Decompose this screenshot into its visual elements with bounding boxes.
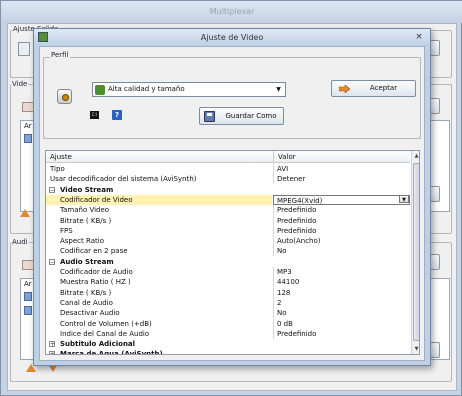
property-value[interactable]: Predefinido <box>273 328 410 339</box>
main-window-title: Multiplexar <box>209 7 255 16</box>
column-header-value[interactable]: Valor <box>274 151 410 163</box>
property-row[interactable]: Tamaño Video Predefinido <box>46 205 410 216</box>
category-row[interactable]: Audio Stream − <box>46 256 410 267</box>
property-name: Subtitulo Adicional <box>60 340 136 349</box>
property-value[interactable]: MPEG4(Xvid) <box>273 194 410 205</box>
property-row[interactable]: Usar decodificador del sistema (AviSynth… <box>46 174 410 185</box>
dialog-title: Ajuste de Video <box>200 33 264 42</box>
grid-rows: Tipo AVI Usar decodificador del sistema (A… <box>46 164 410 354</box>
property-row[interactable]: Codificador de Audio MP3 <box>46 267 410 277</box>
property-value[interactable]: 0 dB <box>273 318 410 329</box>
audio-file-icon <box>24 292 32 301</box>
property-value[interactable]: Predefinido <box>273 215 410 226</box>
collapse-icon[interactable]: − <box>49 258 55 265</box>
property-name: Bitrate ( KB/s ) <box>60 216 112 225</box>
dialog-body: Perfil Alta calidad y tamaño ▼ C:\ ? Ace… <box>39 46 425 361</box>
profile-group-label: Perfil <box>50 51 70 59</box>
property-value[interactable]: Auto(Ancho) <box>273 236 410 247</box>
property-value[interactable]: 128 <box>273 287 410 298</box>
property-value[interactable]: 2 <box>273 297 410 308</box>
category-row[interactable]: Marca de Agua (AviSynth) + <box>46 349 410 355</box>
property-row[interactable]: Codificar en 2 pase No <box>46 246 410 257</box>
dialog-title-bar[interactable]: Ajuste de Video × <box>34 29 430 46</box>
video-settings-dialog: Ajuste de Video × Perfil Alta calidad y … <box>33 28 431 366</box>
settings-grid[interactable]: Ajuste Valor Tipo AVI Usar decodificador d… <box>45 150 420 355</box>
collapse-icon[interactable]: − <box>49 186 55 193</box>
output-icon[interactable] <box>18 42 30 56</box>
property-row[interactable]: Bitrate ( KB/s ) 128 <box>46 287 410 298</box>
chevron-down-icon[interactable]: ▼ <box>274 84 283 95</box>
property-row[interactable]: Bitrate ( KB/s ) Predefinido <box>46 215 410 226</box>
accept-button[interactable]: Aceptar <box>331 80 416 97</box>
property-value[interactable]: MP3 <box>273 267 410 277</box>
accept-button-label: Aceptar <box>369 84 398 92</box>
help-icon[interactable]: ? <box>112 110 122 120</box>
property-name: Usar decodificador del sistema (AviSynth… <box>50 175 197 184</box>
property-value[interactable]: Predefinido <box>273 205 410 216</box>
property-value[interactable]: No <box>273 246 410 257</box>
property-name: Codificador de Video <box>46 194 272 205</box>
video-file-icon <box>24 134 32 143</box>
video-group-label: Vide <box>11 80 29 88</box>
arrow-right-icon <box>339 85 350 93</box>
move-up-icon[interactable] <box>20 209 30 217</box>
property-name: FPS <box>60 226 73 235</box>
property-name: Control de Volumen (+dB) <box>60 319 152 328</box>
grid-header: Ajuste Valor <box>46 151 410 163</box>
audio-file-icon-2 <box>24 306 32 315</box>
profile-quality-icon <box>95 85 105 95</box>
profile-group <box>43 57 421 139</box>
profile-dropdown-value: Alta calidad y tamaño <box>108 85 185 93</box>
main-title-bar[interactable]: Multiplexar <box>1 1 462 23</box>
audio-list-header: Ar <box>24 280 32 288</box>
property-name: Marca de Agua (AviSynth) <box>60 350 163 355</box>
category-row[interactable]: Video Stream − <box>46 184 410 195</box>
expand-icon[interactable]: + <box>49 351 55 354</box>
property-name: Bitrate ( KB/s ) <box>60 288 112 297</box>
property-value[interactable]: Predefinido <box>273 225 410 236</box>
property-name: Desactivar Audio <box>60 309 120 318</box>
property-name: Codificador de Audio <box>60 268 133 276</box>
scroll-up-icon[interactable]: ▲ <box>412 151 419 161</box>
command-line-icon[interactable]: C:\ <box>90 111 99 119</box>
save-as-button-label: Guardar Como <box>225 112 277 120</box>
property-row[interactable]: Tipo AVI <box>46 164 410 174</box>
value-dropdown-icon[interactable]: ▼ <box>399 194 409 203</box>
property-row[interactable]: Indice del Canal de Audio Predefinido <box>46 328 410 339</box>
property-name: Muestra Ratio ( HZ ) <box>60 278 131 287</box>
property-value[interactable]: AVI <box>273 164 410 174</box>
property-row[interactable]: Canal de Audio 2 <box>46 297 410 308</box>
floppy-disk-icon <box>204 111 215 122</box>
property-name: Indice del Canal de Audio <box>60 329 150 338</box>
property-row[interactable]: Control de Volumen (+dB) 0 dB <box>46 318 410 329</box>
close-icon[interactable]: × <box>412 31 426 44</box>
property-value[interactable]: 44100 <box>273 277 410 288</box>
audio-group-label: Audi <box>11 238 29 246</box>
property-name: Tamaño Video <box>60 206 110 215</box>
expand-icon[interactable]: + <box>49 341 55 348</box>
property-row[interactable]: Aspect Ratio Auto(Ancho) <box>46 236 410 247</box>
property-name: Aspect Ratio <box>60 237 104 246</box>
column-header-setting[interactable]: Ajuste <box>46 151 273 163</box>
video-list-header: Ar <box>24 122 32 130</box>
property-name: Audio Stream <box>60 257 114 266</box>
profile-icon <box>57 89 72 104</box>
save-as-button[interactable]: Guardar Como <box>199 107 284 125</box>
property-row[interactable]: Muestra Ratio ( HZ ) 44100 <box>46 277 410 288</box>
category-row[interactable]: Subtitulo Adicional + <box>46 339 410 350</box>
scroll-thumb[interactable] <box>413 163 419 341</box>
property-row[interactable]: Codificador de Video MPEG4(Xvid) ▼ <box>46 194 410 205</box>
property-row[interactable]: Desactivar Audio No <box>46 308 410 319</box>
profile-dropdown[interactable]: Alta calidad y tamaño ▼ <box>92 82 286 97</box>
property-name: Codificar en 2 pase <box>60 247 128 256</box>
property-value[interactable]: No <box>273 308 410 319</box>
property-name: Video Stream <box>60 185 114 194</box>
property-name: Tipo <box>50 165 65 173</box>
scroll-down-icon[interactable]: ▼ <box>412 344 419 354</box>
property-name: Canal de Audio <box>60 298 113 307</box>
property-value[interactable]: Detener <box>273 174 410 185</box>
property-row[interactable]: FPS Predefinido <box>46 225 410 236</box>
vertical-scrollbar[interactable]: ▲ ▼ <box>411 151 419 354</box>
